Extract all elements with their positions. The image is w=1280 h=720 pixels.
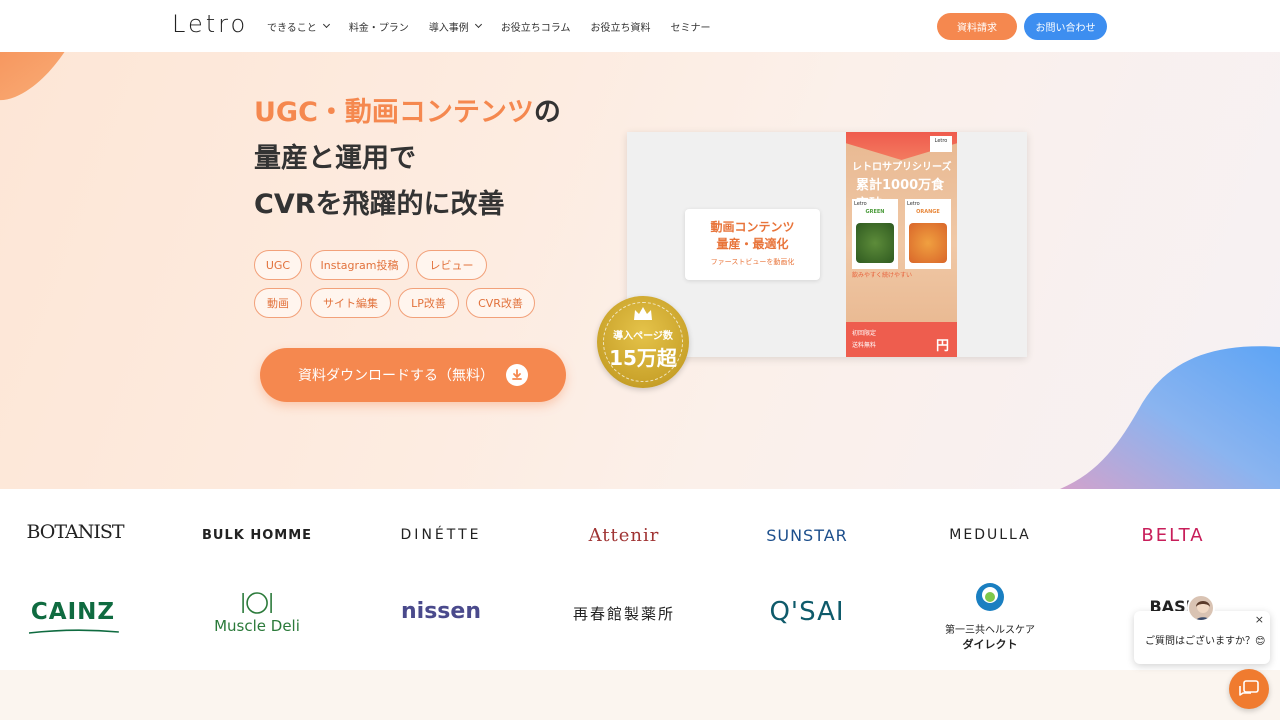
pages-count-badge: 導入ページ数 15万超 (597, 296, 689, 388)
request-docs-button[interactable]: 資料請求 (937, 13, 1017, 40)
daiichi-sankyo-mark (976, 583, 1004, 611)
nav-item-cases[interactable]: 導入事例 (428, 19, 482, 34)
nav-item-resources[interactable]: お役立ち資料 (591, 19, 651, 34)
tag-ugc: UGC (254, 250, 302, 280)
logo-sunstar: SUNSTAR (766, 526, 848, 545)
feature-card: 動画コンテンツ 量産・最適化 ファーストビューを動画化 (685, 209, 820, 280)
client-logos: BOTANIST BULK HOMME DINÉTTE Attenir SUNS… (0, 489, 1280, 670)
bottle-label-orange: ORANGE (916, 209, 940, 215)
headline-line-3: CVRを飛躍的に改善 (254, 189, 505, 220)
headline-accent: UGC・動画コンテンツ (254, 97, 534, 128)
daiichi-text-1: 第一三共ヘルスケア (945, 625, 1035, 636)
bottle-label-green: GREEN (865, 209, 885, 215)
nav-label: お役立ち資料 (590, 22, 651, 34)
phone-preview: Letro レトロサプリシリーズ 累計1000万食突破 Letro GREEN … (846, 132, 957, 357)
download-docs-button[interactable]: 資料ダウンロードする（無料） (260, 348, 566, 402)
tag-site-edit: サイト編集 (310, 288, 391, 318)
nav-label: セミナー (670, 22, 711, 34)
muscle-deli-text: Muscle Deli (214, 617, 300, 635)
logo-cainz: CAINZ (28, 599, 119, 634)
product-mockup: 動画コンテンツ 量産・最適化 ファーストビューを動画化 Letro レトロサプリ… (627, 132, 1027, 357)
nav-item-pricing[interactable]: 料金・プラン (349, 19, 409, 34)
logo-belta: BELTA (1141, 525, 1205, 546)
decorative-blob-right (1060, 346, 1280, 489)
logo-attenir: Attenir (588, 525, 660, 546)
nav-label: できること (267, 22, 317, 34)
crown-icon (634, 307, 652, 320)
daiichi-text-2: ダイレクト (962, 638, 1018, 651)
tag-review: レビュー (416, 250, 487, 280)
offer-yen: 円 (935, 339, 949, 354)
close-icon[interactable]: × (1255, 613, 1264, 626)
main-nav: できること 料金・プラン 導入事例 お役立ちコラム お役立ち資料 セミナー (267, 0, 711, 52)
phone-logo: Letro (930, 136, 952, 152)
bottom-band (0, 670, 1280, 720)
nav-item-column[interactable]: お役立ちコラム (501, 19, 571, 34)
chat-message: ご質問はございますか？😊 (1145, 636, 1266, 647)
hero-headline: UGC・動画コンテンツの 量産と運用で CVRを飛躍的に改善 (254, 90, 561, 228)
feature-subtitle: ファーストビューを動画化 (710, 258, 795, 266)
nav-label: 料金・プラン (348, 22, 409, 34)
decorative-blob-left (0, 52, 65, 101)
orange-product-image (909, 223, 947, 263)
nav-label: お役立ちコラム (500, 22, 571, 34)
phone-note: 飲みやすく続けやすい (852, 272, 913, 279)
hero-section: UGC・動画コンテンツの 量産と運用で CVRを飛躍的に改善 UGC Insta… (0, 52, 1280, 489)
logo-saishunkan: 再春館製薬所 (572, 605, 676, 623)
cainz-swoosh (28, 629, 119, 634)
tag-video: 動画 (254, 288, 302, 318)
phone-offer: 初回限定 送料無料 円 (846, 322, 957, 357)
green-product-image (856, 223, 894, 263)
logo-nissen: nissen (401, 599, 481, 624)
badge-label: 導入ページ数 (613, 331, 673, 342)
tag-cvr: CVR改善 (466, 288, 535, 318)
phone-headline: レトロサプリシリーズ (852, 162, 952, 173)
logo-muscle-deli: Muscle Deli (214, 591, 300, 635)
logo-bulk-homme: BULK HOMME (201, 528, 313, 543)
cta-label: 資料ダウンロードする（無料） (298, 368, 494, 384)
chat-open-button[interactable] (1229, 669, 1269, 709)
bottle-brand: Letro (854, 201, 867, 207)
logo-daiichi-sankyo: 第一三共ヘルスケア ダイレクト (945, 581, 1035, 652)
logo-cainz-text: CAINZ (30, 599, 116, 625)
nav-item-features[interactable]: できること (267, 19, 330, 34)
nav-label: 導入事例 (428, 22, 469, 34)
download-icon (506, 364, 528, 386)
chat-icon (1239, 680, 1259, 696)
chevron-down-icon (474, 20, 482, 29)
headline-suffix: の (533, 97, 561, 128)
tag-lp: LP改善 (398, 288, 459, 318)
feature-title-2: 量産・最適化 (716, 237, 789, 251)
tag-instagram: Instagram投稿 (310, 250, 409, 280)
avatar (1187, 594, 1215, 622)
badge-value: 15万超 (609, 346, 677, 370)
feature-title-1: 動画コンテンツ (710, 220, 795, 234)
chevron-down-icon (322, 20, 330, 29)
product-orange: Letro ORANGE (905, 199, 951, 269)
site-header: Letro できること 料金・プラン 導入事例 お役立ちコラム お役立ち資料 セ… (0, 0, 1280, 52)
site-logo[interactable]: Letro (172, 10, 248, 38)
contact-button[interactable]: お問い合わせ (1024, 13, 1107, 40)
logo-dinette: DINÉTTE (400, 527, 482, 543)
nav-item-seminar[interactable]: セミナー (671, 19, 711, 34)
logo-qsai: Q'SAI (769, 597, 845, 627)
bottle-brand: Letro (907, 201, 920, 207)
logo-botanist: BOTANIST (26, 521, 124, 543)
logo-medulla: MEDULLA (949, 527, 1031, 543)
headline-line-2: 量産と運用で (254, 143, 416, 174)
product-green: Letro GREEN (852, 199, 898, 269)
cutlery-icon (242, 592, 272, 614)
